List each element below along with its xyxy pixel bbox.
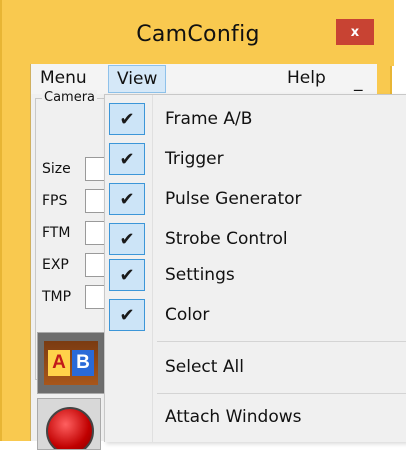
minimize-button[interactable]: _	[346, 68, 371, 96]
param-tmp-row: TMP	[42, 289, 84, 305]
check-icon: ✔	[109, 183, 145, 215]
check-icon: ✔	[109, 103, 145, 135]
param-size-row: Size	[42, 161, 84, 177]
check-icon: ✔	[109, 299, 145, 331]
menu-item-label: Select All	[165, 357, 244, 377]
menu-menu[interactable]: Menu	[32, 64, 95, 92]
menu-item-settings[interactable]: ✔ Settings	[105, 255, 406, 295]
param-size-label: Size	[42, 161, 71, 177]
menu-item-label: Settings	[165, 265, 235, 285]
menu-help[interactable]: Help	[279, 64, 334, 92]
title-bar[interactable]: CamConfig x	[2, 0, 394, 66]
menu-item-label: Trigger	[165, 149, 224, 169]
param-ftm-row: FTM	[42, 225, 84, 241]
param-ftm-label: FTM	[42, 225, 71, 241]
menu-item-pulse-generator[interactable]: ✔ Pulse Generator	[105, 179, 406, 219]
letter-a: A	[48, 350, 70, 376]
view-menu-dropdown: ✔ Frame A/B ✔ Trigger ✔ Pulse Generator …	[104, 94, 406, 442]
menu-item-label: Color	[165, 305, 210, 325]
menu-separator	[157, 341, 406, 342]
menu-separator	[157, 393, 406, 394]
menu-item-label: Pulse Generator	[165, 189, 302, 209]
check-icon: ✔	[109, 259, 145, 291]
camera-group-label: Camera	[42, 90, 98, 105]
record-dot	[46, 407, 94, 449]
menu-item-attach-windows[interactable]: Attach Windows	[105, 397, 406, 437]
param-tmp-label: TMP	[42, 289, 72, 305]
param-exp-label: EXP	[42, 257, 69, 273]
record-icon[interactable]	[37, 398, 101, 450]
menu-item-frame-ab[interactable]: ✔ Frame A/B	[105, 99, 406, 139]
check-icon: ✔	[109, 223, 145, 255]
letter-b: B	[72, 350, 94, 376]
menu-item-label: Attach Windows	[165, 407, 302, 427]
param-fps-label: FPS	[42, 193, 68, 209]
menu-item-select-all[interactable]: Select All	[105, 347, 406, 387]
menu-item-label: Strobe Control	[165, 229, 288, 249]
menu-view[interactable]: View	[108, 65, 167, 93]
param-exp-row: EXP	[42, 257, 84, 273]
param-fps-row: FPS	[42, 193, 84, 209]
menu-item-color[interactable]: ✔ Color	[105, 295, 406, 335]
close-button[interactable]: x	[336, 19, 374, 45]
check-icon: ✔	[109, 143, 145, 175]
menu-item-label: Frame A/B	[165, 109, 253, 129]
frame-ab-icon-inner: A B	[44, 341, 98, 385]
frame-ab-icon[interactable]: A B	[37, 332, 105, 394]
menu-item-trigger[interactable]: ✔ Trigger	[105, 139, 406, 179]
menu-item-strobe-control[interactable]: ✔ Strobe Control	[105, 219, 406, 259]
